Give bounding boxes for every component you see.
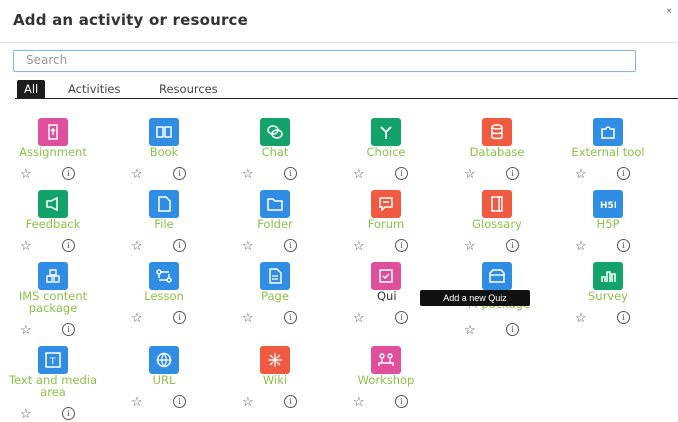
star-icon[interactable]: ☆	[20, 322, 32, 338]
activity-label: Lesson	[144, 289, 184, 303]
star-icon[interactable]: ☆	[464, 322, 476, 338]
activity-label: Assignment	[19, 145, 87, 159]
activity-label: External tool	[571, 145, 645, 159]
activity-label: File	[154, 217, 174, 231]
info-icon[interactable]: i	[173, 239, 186, 252]
star-icon[interactable]: ☆	[353, 166, 365, 182]
info-icon[interactable]: i	[173, 311, 186, 324]
url-icon	[149, 346, 179, 374]
puzzle-icon	[593, 118, 623, 146]
star-icon[interactable]: ☆	[20, 166, 32, 182]
tab-resources[interactable]: Resources	[159, 80, 218, 98]
modal-header: Add an activity or resource ×	[0, 0, 678, 43]
text-media-icon: T	[38, 346, 68, 374]
activity-label: URL	[152, 373, 176, 387]
activity-label: Database	[469, 145, 525, 159]
star-icon[interactable]: ☆	[131, 310, 143, 326]
star-icon[interactable]: ☆	[575, 310, 587, 326]
star-icon[interactable]: ☆	[353, 310, 365, 326]
database-icon	[482, 118, 512, 146]
tab-activities[interactable]: Activities	[68, 80, 120, 98]
lesson-icon	[149, 262, 179, 290]
info-icon[interactable]: i	[617, 167, 630, 180]
star-icon[interactable]: ☆	[131, 394, 143, 410]
activity-label: Page	[261, 289, 289, 303]
info-icon[interactable]: i	[395, 239, 408, 252]
info-icon[interactable]: i	[62, 407, 75, 420]
info-icon[interactable]: i	[284, 167, 297, 180]
info-icon[interactable]: i	[395, 395, 408, 408]
scorm-icon	[482, 262, 512, 290]
info-icon[interactable]: i	[506, 239, 519, 252]
star-icon[interactable]: ☆	[575, 238, 587, 254]
star-icon[interactable]: ☆	[353, 238, 365, 254]
search-input[interactable]	[14, 51, 626, 69]
info-icon[interactable]: i	[617, 311, 630, 324]
wiki-icon	[260, 346, 290, 374]
info-icon[interactable]: i	[395, 311, 408, 324]
info-icon[interactable]: i	[62, 167, 75, 180]
book-icon	[149, 118, 179, 146]
activity-label: IMS content package	[18, 289, 88, 315]
glossary-icon	[482, 190, 512, 218]
choice-icon	[371, 118, 401, 146]
activity-label: Feedback	[25, 217, 81, 231]
activity-label: Text and media area	[8, 373, 98, 399]
activity-label: Glossary	[472, 217, 522, 231]
svg-text:T: T	[49, 357, 56, 367]
star-icon[interactable]: ☆	[20, 238, 32, 254]
info-icon[interactable]: i	[284, 239, 297, 252]
package-icon	[38, 262, 68, 290]
star-icon[interactable]: ☆	[242, 166, 254, 182]
forum-icon	[371, 190, 401, 218]
modal-title: Add an activity or resource	[13, 11, 249, 29]
search-box	[13, 50, 636, 72]
star-icon[interactable]: ☆	[20, 406, 32, 422]
page-icon	[260, 262, 290, 290]
star-icon[interactable]: ☆	[242, 238, 254, 254]
activity-label: Choice	[366, 145, 406, 159]
info-icon[interactable]: i	[173, 167, 186, 180]
activity-label: H5P	[596, 217, 620, 231]
activity-label: Wiki	[262, 373, 288, 387]
activity-label: Chat	[261, 145, 289, 159]
info-icon[interactable]: i	[173, 395, 186, 408]
star-icon[interactable]: ☆	[464, 166, 476, 182]
star-icon[interactable]: ☆	[464, 238, 476, 254]
activity-label: Workshop	[357, 373, 415, 387]
close-icon[interactable]: ×	[666, 6, 672, 17]
chat-icon	[260, 118, 290, 146]
tab-all[interactable]: All	[17, 80, 46, 98]
star-icon[interactable]: ☆	[353, 394, 365, 410]
star-icon[interactable]: ☆	[242, 394, 254, 410]
info-icon[interactable]: i	[395, 167, 408, 180]
star-icon[interactable]: ☆	[575, 166, 587, 182]
quiz-tooltip: Add a new Quiz	[420, 290, 530, 306]
megaphone-icon	[38, 190, 68, 218]
info-icon[interactable]: i	[506, 323, 519, 336]
info-icon[interactable]: i	[506, 167, 519, 180]
star-icon[interactable]: ☆	[242, 310, 254, 326]
survey-icon	[593, 262, 623, 290]
info-icon[interactable]: i	[284, 311, 297, 324]
activity-label: Book	[149, 145, 179, 159]
folder-icon	[260, 190, 290, 218]
star-icon[interactable]: ☆	[131, 166, 143, 182]
activity-label: Forum	[367, 217, 405, 231]
file-icon	[149, 190, 179, 218]
tab-bar: All Activities Resources	[15, 79, 678, 99]
workshop-icon	[371, 346, 401, 374]
assignment-icon	[38, 118, 68, 146]
svg-text:H5P: H5P	[600, 201, 616, 211]
h5p-icon: H5P	[593, 190, 623, 218]
info-icon[interactable]: i	[284, 395, 297, 408]
info-icon[interactable]: i	[62, 239, 75, 252]
info-icon[interactable]: i	[62, 323, 75, 336]
activity-label: Survey	[587, 289, 628, 303]
info-icon[interactable]: i	[617, 239, 630, 252]
activity-label: Folder	[257, 217, 293, 231]
quiz-icon	[371, 262, 401, 290]
star-icon[interactable]: ☆	[131, 238, 143, 254]
